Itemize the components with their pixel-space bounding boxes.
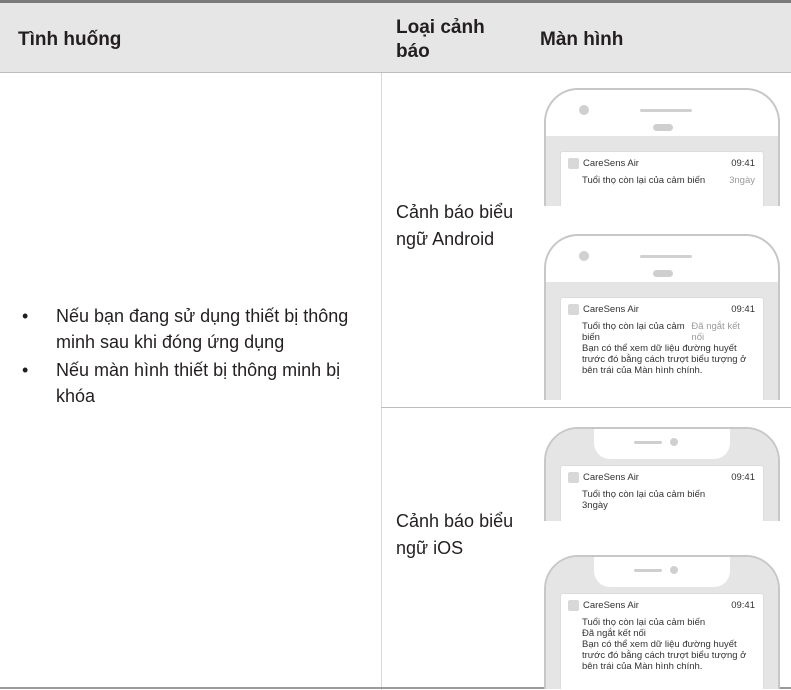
notification-card: CareSens Air 09:41 Tuổi thọ còn lại của c… <box>560 593 764 689</box>
notification-app-name: CareSens Air <box>583 472 639 483</box>
notification-time: 09:41 <box>731 158 755 169</box>
speaker-icon <box>634 441 662 444</box>
android-phone-mockup: CareSens Air 09:41 Tuổi thọ còn lại của c… <box>544 88 780 206</box>
notification-card: CareSens Air 09:41 Tuổi thọ còn lại của c… <box>560 151 764 206</box>
situation-text: Nếu màn hình thiết bị thông minh bị khóa <box>56 360 341 406</box>
notification-app-name: CareSens Air <box>583 600 639 611</box>
notification-message: Tuổi thọ còn lại của cảm biến <box>582 617 706 628</box>
notification-time: 09:41 <box>731 472 755 483</box>
notification-app-name: CareSens Air <box>583 158 639 169</box>
sensor-icon <box>653 270 673 277</box>
app-icon <box>568 600 579 611</box>
speaker-icon <box>640 255 692 258</box>
bullet-icon: • <box>22 306 29 326</box>
notification-app-name: CareSens Air <box>583 304 639 315</box>
notification-detail: Bạn có thể xem dữ liệu đường huyết trước… <box>582 639 747 672</box>
notification-extra: Đã ngắt kết nối <box>691 321 741 343</box>
notification-card: CareSens Air 09:41 Tuổi thọ còn lại của c… <box>560 465 764 521</box>
table-header: Tình huống Loại cảnh báo Màn hình <box>0 3 791 73</box>
notification-extra: Đã ngắt kết nối <box>582 628 646 639</box>
notification-time: 09:41 <box>731 600 755 611</box>
alert-type-ios: Cảnh báo biểu ngữ iOS <box>396 511 514 558</box>
camera-icon <box>579 251 589 261</box>
app-icon <box>568 472 579 483</box>
situation-list: • Nếu bạn đang sử dụng thiết bị thông min… <box>22 303 372 411</box>
android-phone-mockup: CareSens Air 09:41 Tuổi thọ còn lại của c… <box>544 234 780 400</box>
notification-detail: Bạn có thể xem dữ liệu đường huyết trước… <box>582 343 747 376</box>
phone-screen: CareSens Air 09:41 Tuổi thọ còn lại của c… <box>546 282 778 400</box>
notification-message: Tuổi thọ còn lại của cảm biến <box>582 489 706 500</box>
alert-type-android: Cảnh báo biểu ngữ Android <box>396 202 514 249</box>
header-alert-type: Loại cảnh báo <box>396 17 485 62</box>
header-situation: Tình huống <box>18 29 122 50</box>
list-item: • Nếu bạn đang sử dụng thiết bị thông min… <box>22 303 372 355</box>
row-divider <box>381 407 791 408</box>
notification-extra: 3ngày <box>729 175 755 186</box>
alert-table: Tình huống Loại cảnh báo Màn hình • Nếu b… <box>0 0 791 690</box>
speaker-icon <box>640 109 692 112</box>
bullet-icon: • <box>22 360 29 380</box>
notification-message: Tuổi thọ còn lại của cảm biến <box>582 175 706 186</box>
app-icon <box>568 158 579 169</box>
phone-screen: CareSens Air 09:41 Tuổi thọ còn lại của c… <box>546 136 778 206</box>
sensor-icon <box>653 124 673 131</box>
notification-extra: 3ngày <box>582 500 608 511</box>
notification-message: Tuổi thọ còn lại của cảm biến <box>582 321 685 343</box>
phone-screen: CareSens Air 09:41 Tuổi thọ còn lại của c… <box>546 557 778 689</box>
camera-icon <box>579 105 589 115</box>
ios-phone-mockup: CareSens Air 09:41 Tuổi thọ còn lại của c… <box>544 427 780 521</box>
notification-time: 09:41 <box>731 304 755 315</box>
notch <box>594 429 730 459</box>
situation-text: Nếu bạn đang sử dụng thiết bị thông minh… <box>56 306 349 352</box>
camera-icon <box>670 566 678 574</box>
list-item: • Nếu màn hình thiết bị thông minh bị khó… <box>22 357 372 409</box>
notch <box>594 557 730 587</box>
camera-icon <box>670 438 678 446</box>
notification-card: CareSens Air 09:41 Tuổi thọ còn lại của c… <box>560 297 764 400</box>
speaker-icon <box>634 569 662 572</box>
column-divider <box>381 73 382 690</box>
header-screen: Màn hình <box>540 29 624 50</box>
ios-phone-mockup: CareSens Air 09:41 Tuổi thọ còn lại của c… <box>544 555 780 689</box>
app-icon <box>568 304 579 315</box>
phone-screen: CareSens Air 09:41 Tuổi thọ còn lại của c… <box>546 429 778 521</box>
